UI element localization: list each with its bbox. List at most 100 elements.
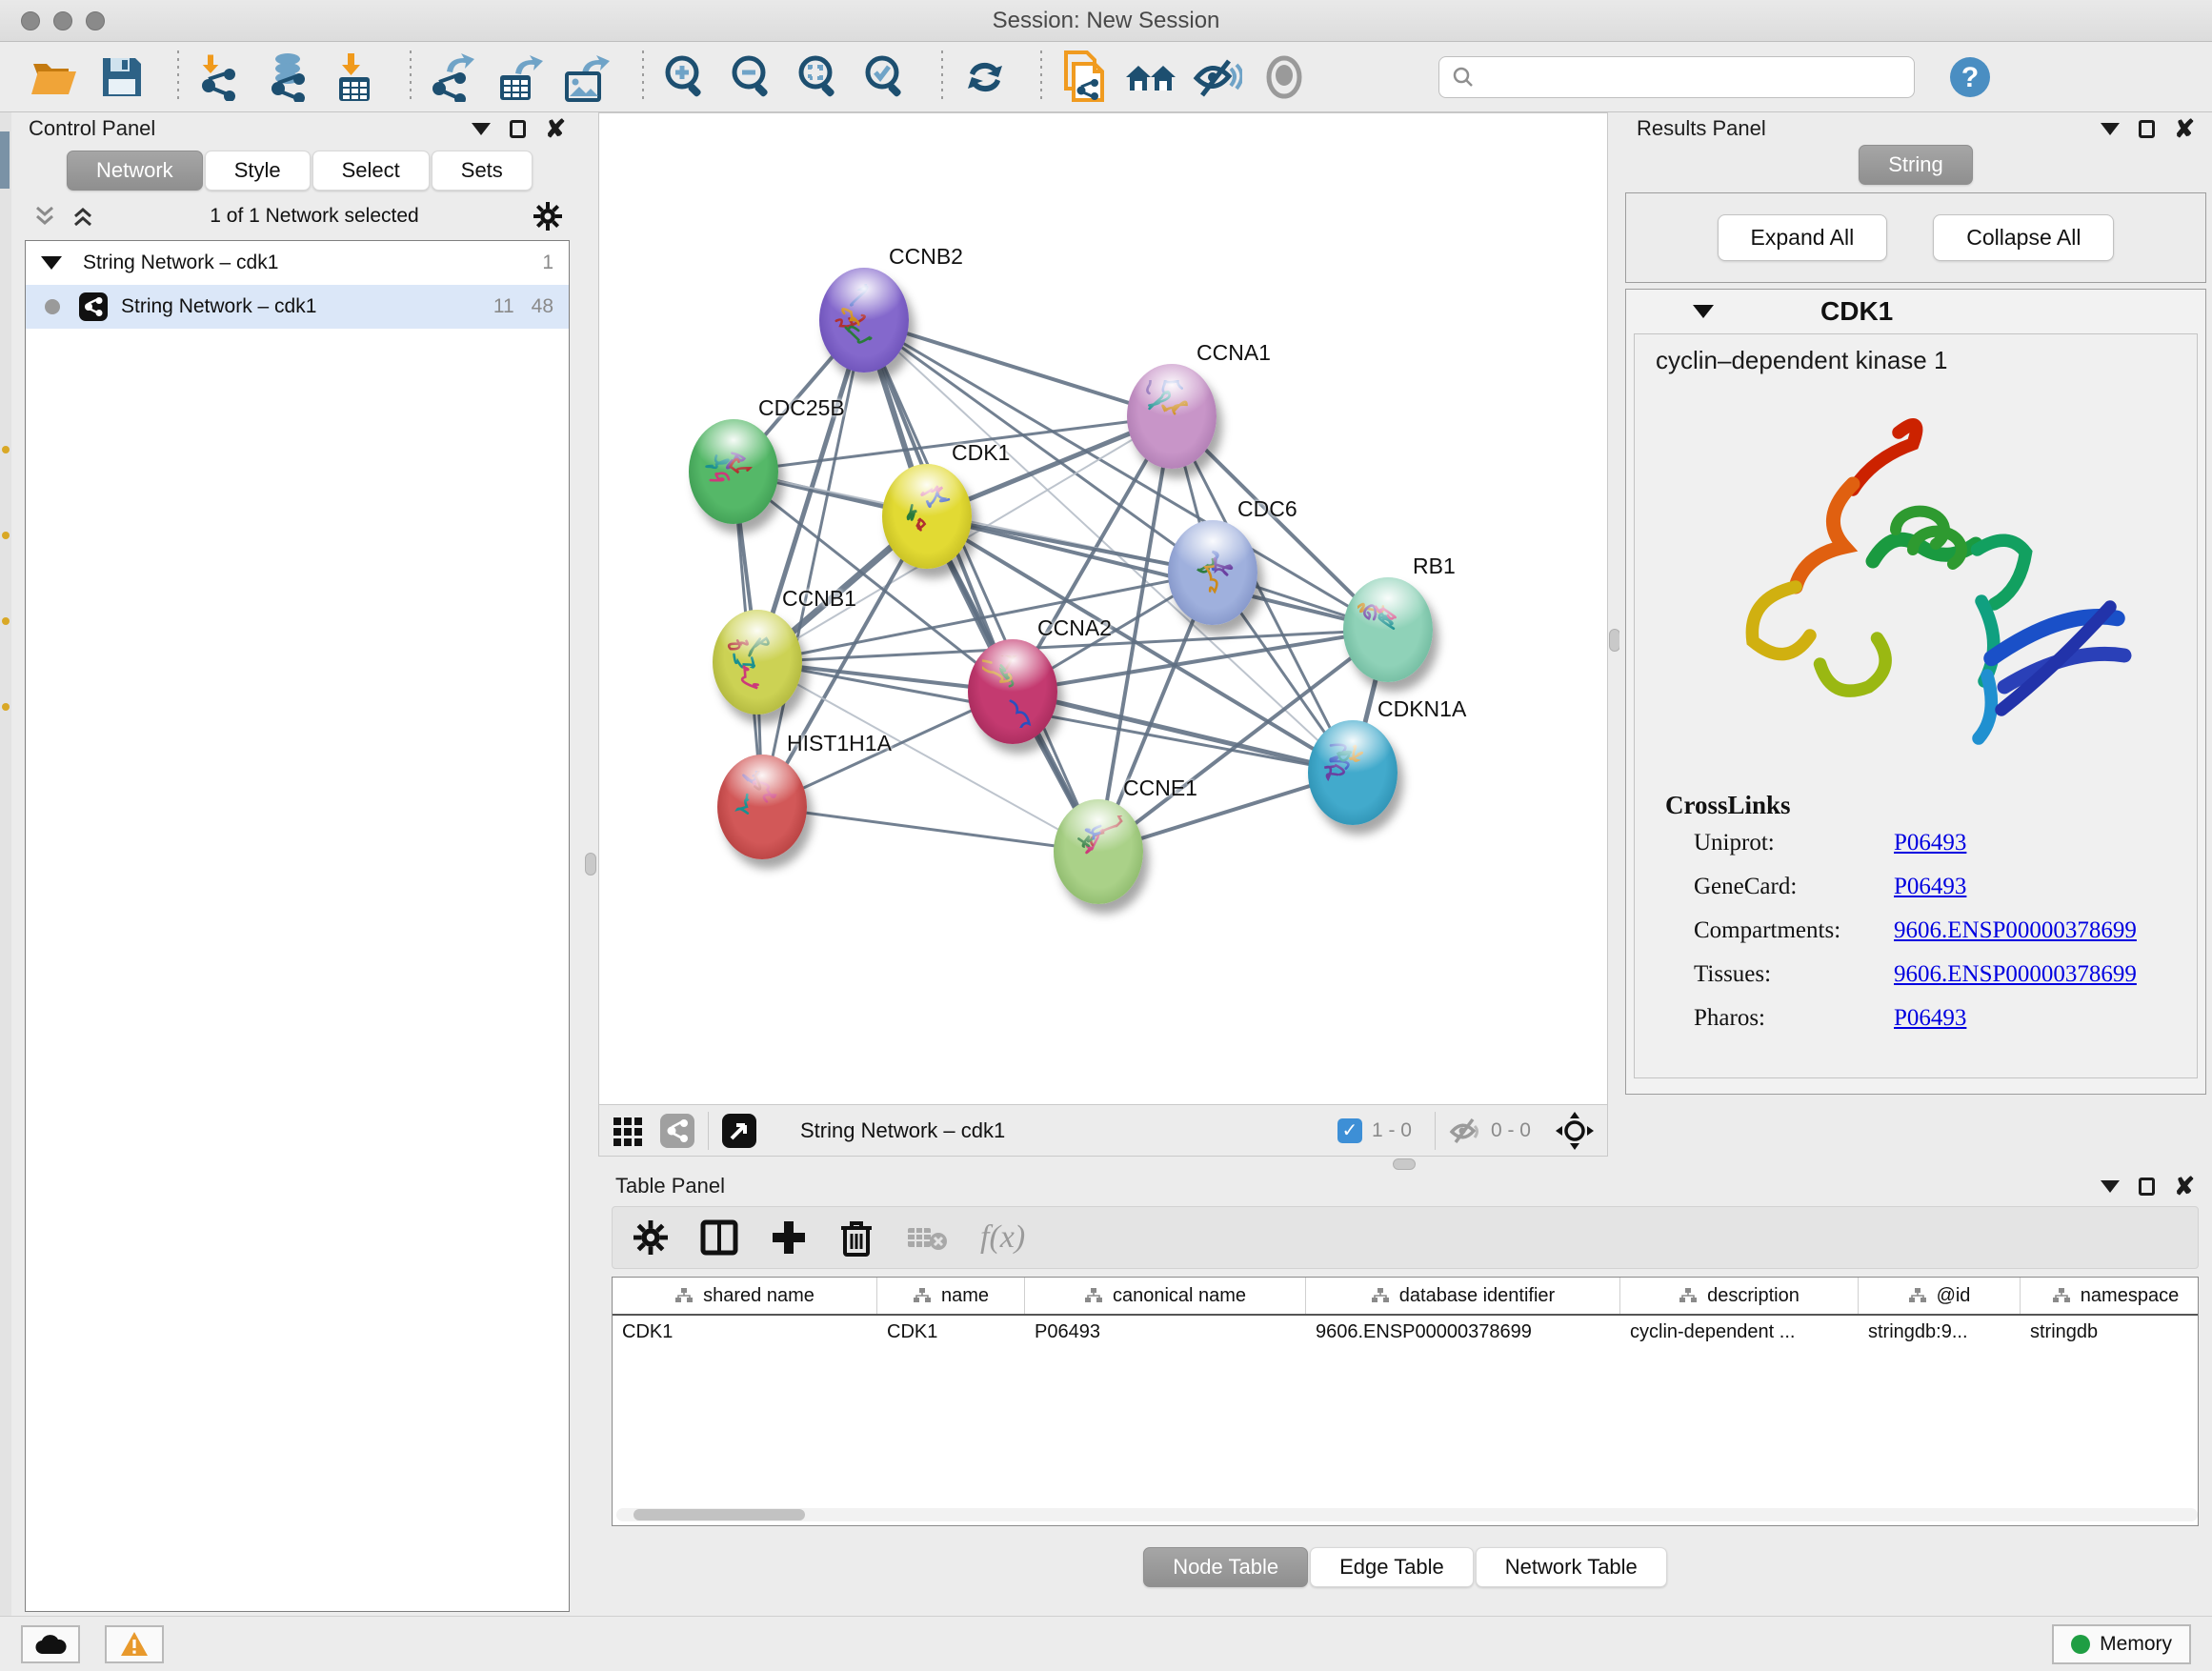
delete-table-icon [906,1222,948,1253]
gene-expander-icon[interactable] [1693,305,1714,318]
crosslink-link[interactable]: P06493 [1894,874,1966,900]
share-view-icon[interactable] [660,1114,694,1148]
add-column-icon[interactable] [771,1219,807,1256]
network-node-CCNE1[interactable] [1054,799,1143,904]
show-columns-icon[interactable] [700,1218,738,1257]
table-cell[interactable]: CDK1 [877,1316,1025,1350]
left-splitter-handle[interactable] [585,853,596,876]
horizontal-splitter-handle[interactable] [1393,1158,1416,1170]
collapse-all-icon[interactable] [32,205,57,228]
column-header-name[interactable]: name [877,1278,1025,1314]
network-node-RB1[interactable] [1343,577,1433,682]
show-hide-button[interactable] [1191,52,1244,102]
zoom-in-button[interactable] [659,52,713,102]
panel-close-icon[interactable]: ✘ [545,119,566,138]
network-node-CCNA2[interactable] [968,639,1057,744]
tab-string[interactable]: String [1859,145,1972,185]
scrollbar-thumb[interactable] [633,1509,805,1520]
grid-mode-icon[interactable] [613,1115,645,1147]
help-button[interactable]: ? [1943,52,1997,102]
panel-float-icon[interactable] [510,120,526,138]
tab-sets[interactable]: Sets [432,151,533,191]
clone-network-button[interactable] [1057,52,1111,102]
expand-all-icon[interactable] [70,205,95,228]
zoom-fit-button[interactable] [793,52,846,102]
export-image-button[interactable] [560,52,613,102]
network-row[interactable]: String Network – cdk1 11 48 [26,285,569,329]
column-header-canonical-name[interactable]: canonical name [1025,1278,1306,1314]
network-node-CDKN1A[interactable] [1308,720,1398,825]
tab-network[interactable]: Network [67,151,203,191]
tab-edge-table[interactable]: Edge Table [1310,1547,1474,1587]
panel-minimize-icon[interactable] [472,123,491,135]
selected-indicator-checkbox[interactable]: ✓ [1337,1118,1362,1143]
zoom-selected-button[interactable] [859,52,913,102]
crosslink-link[interactable]: 9606.ENSP00000378699 [1894,917,2137,944]
column-header-namespace[interactable]: namespace [2021,1278,2199,1314]
tab-network-table[interactable]: Network Table [1476,1547,1667,1587]
import-table-button[interactable] [328,52,381,102]
birdseye-navigator-icon[interactable] [1556,1112,1594,1150]
network-node-CDK1[interactable] [882,464,972,569]
save-session-button[interactable] [95,52,149,102]
tab-node-table[interactable]: Node Table [1143,1547,1308,1587]
table-cell[interactable]: stringdb [2021,1316,2199,1350]
table-cell[interactable]: stringdb:9... [1859,1316,2021,1350]
search-input[interactable] [1476,67,1895,89]
import-database-button[interactable] [261,52,314,102]
network-node-CCNA1[interactable] [1127,364,1217,469]
gear-icon[interactable] [533,202,562,231]
table-cell[interactable]: cyclin-dependent ... [1620,1316,1859,1350]
network-node-HIST1H1A[interactable] [717,755,807,859]
panel-close-icon[interactable]: ✘ [2174,1177,2195,1196]
delete-column-icon[interactable] [839,1218,874,1257]
table-cell[interactable]: P06493 [1025,1316,1306,1350]
collapse-all-button[interactable]: Collapse All [1933,214,2114,261]
network-node-CCNB2[interactable] [819,268,909,372]
column-header-@id[interactable]: @id [1859,1278,2021,1314]
collection-expander-icon[interactable] [41,256,62,270]
memory-button[interactable]: Memory [2052,1624,2191,1664]
panel-float-icon[interactable] [2139,120,2155,138]
network-node-CDC6[interactable] [1168,520,1257,625]
houses-button[interactable] [1124,52,1177,102]
gene-header-row[interactable]: CDK1 [1626,290,2205,333]
network-canvas[interactable]: CCNB2CCNA1CDC25BCDK1CDC6RB1CCNB1CCNA2CDK… [599,113,1607,1104]
panel-minimize-icon[interactable] [2101,1180,2120,1193]
open-session-button[interactable] [29,52,82,102]
table-settings-gear-icon[interactable] [633,1220,668,1255]
tab-style[interactable]: Style [205,151,311,191]
panel-close-icon[interactable]: ✘ [2174,119,2195,138]
panel-minimize-icon[interactable] [2101,123,2120,135]
close-window-button[interactable] [21,11,40,30]
export-table-button[interactable] [493,52,547,102]
minimize-window-button[interactable] [53,11,72,30]
panel-float-icon[interactable] [2139,1178,2155,1196]
import-network-button[interactable] [194,52,248,102]
table-cell[interactable]: 9606.ENSP00000378699 [1306,1316,1620,1350]
refresh-button[interactable] [958,52,1012,102]
column-header-description[interactable]: description [1620,1278,1859,1314]
expand-all-button[interactable]: Expand All [1718,214,1888,261]
network-node-CCNB1[interactable] [713,610,802,715]
export-network-button[interactable] [427,52,480,102]
cloud-status-button[interactable] [21,1625,80,1663]
crosslink-link[interactable]: 9606.ENSP00000378699 [1894,961,2137,988]
detach-view-icon[interactable] [722,1114,756,1148]
tab-select[interactable]: Select [312,151,430,191]
table-cell[interactable]: CDK1 [613,1316,877,1350]
zoom-out-button[interactable] [726,52,779,102]
table-horizontal-scrollbar[interactable] [616,1508,2198,1521]
column-header-shared-name[interactable]: shared name [613,1278,877,1314]
warning-status-button[interactable] [105,1625,164,1663]
crosslink-link[interactable]: P06493 [1894,1005,1966,1032]
network-node-CDC25B[interactable] [689,419,778,524]
eye-button[interactable] [1257,52,1311,102]
eye-icon [1262,55,1306,99]
table-row[interactable]: CDK1CDK1P064939606.ENSP00000378699cyclin… [613,1316,2198,1350]
column-header-database-identifier[interactable]: database identifier [1306,1278,1620,1314]
crosslink-link[interactable]: P06493 [1894,830,1966,856]
selected-count: 1 - 0 [1372,1119,1412,1142]
network-collection-row[interactable]: String Network – cdk1 1 [26,241,569,285]
zoom-window-button[interactable] [86,11,105,30]
